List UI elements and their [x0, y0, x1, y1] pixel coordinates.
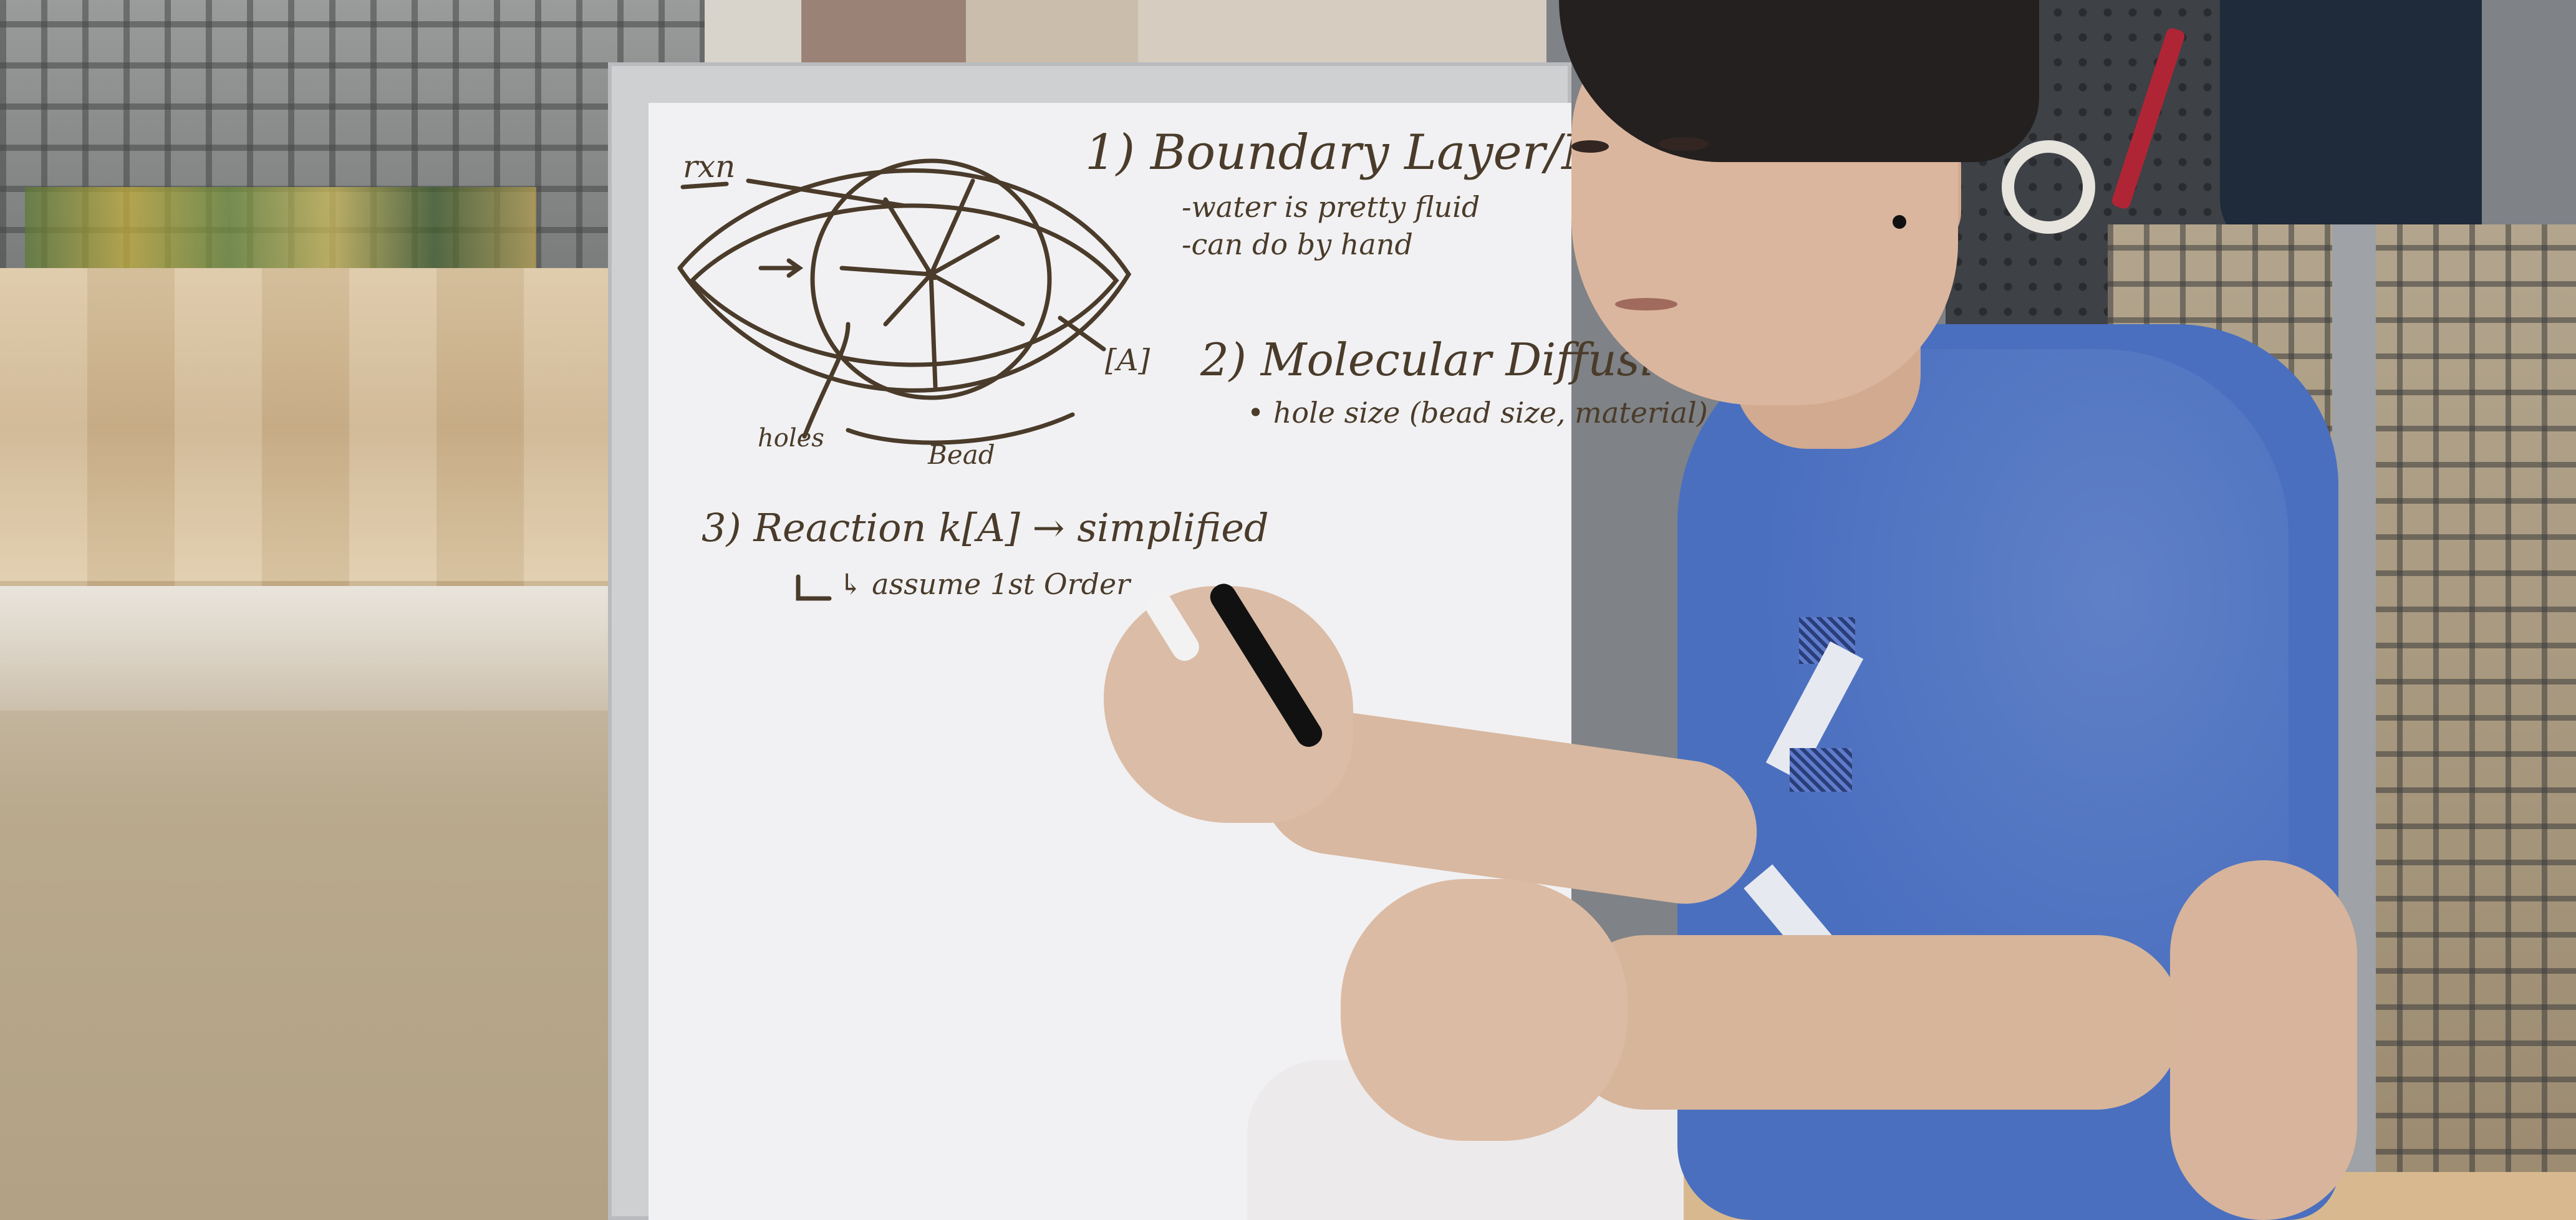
label-A: [A]: [1105, 343, 1151, 378]
shirt-pattern-2: [1790, 748, 1852, 792]
right-forearm: [1559, 935, 2183, 1110]
right-eye: [1571, 140, 1609, 153]
item2-line1: • hole size (bead size, material): [1247, 396, 1708, 430]
label-holes: holes: [758, 424, 824, 453]
item3-title: 3) Reaction k[A] → simplified: [702, 505, 1269, 550]
item1-line2: -can do by hand: [1182, 228, 1413, 261]
left-eye: [1659, 137, 1709, 151]
photo-scene: rxn holes Bead [A] 1) Boundary Layer/Mas…: [0, 0, 2576, 1220]
right-arm: [2170, 860, 2357, 1220]
bead-center: [926, 270, 936, 280]
label-rxn: rxn: [683, 148, 736, 185]
flow-arrow: [758, 258, 804, 278]
label-bead: Bead: [928, 439, 995, 470]
mouth: [1615, 298, 1677, 310]
item1-line1: -water is pretty fluid: [1182, 190, 1480, 224]
item3-line1: ↳ assume 1st Order: [839, 567, 1131, 601]
sub-arrow: [796, 574, 832, 601]
right-hand: [1341, 879, 1628, 1141]
bead-underline: [846, 412, 1075, 445]
earring: [1893, 215, 1906, 229]
